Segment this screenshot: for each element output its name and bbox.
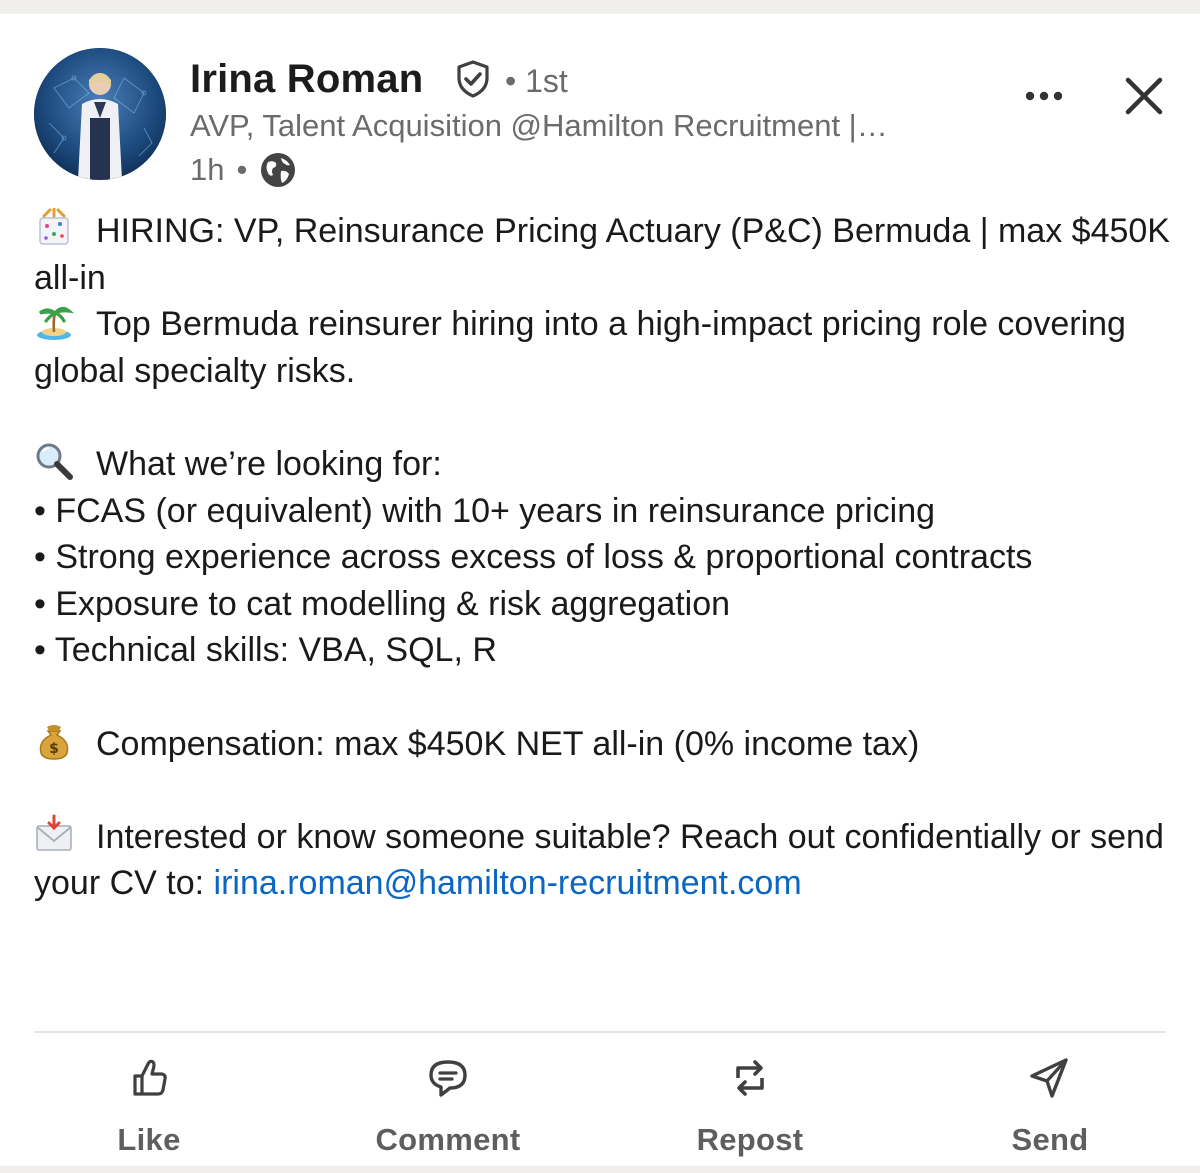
post-paragraph-contact: Interested or know someone suitable? Rea… <box>34 814 1174 907</box>
looking-heading: What we’re looking for: <box>96 444 442 483</box>
repost-icon <box>736 1060 764 1096</box>
send-label: Send <box>1011 1122 1089 1157</box>
comment-icon <box>429 1060 467 1097</box>
post-hiring-line: HIRING: VP, Reinsurance Pricing Actuary … <box>34 212 1170 297</box>
requirement-item: • Technical skills: VBA, SQL, R <box>34 631 497 670</box>
post-card: Irina Roman • 1st AVP, Talent Acquisitio… <box>0 14 1200 1166</box>
post-paragraph-compensation: $ Compensation: max $450K NET all-in (0%… <box>34 721 1174 768</box>
post-paragraph-intro: Top Bermuda reinsurer hiring into a high… <box>34 301 1174 394</box>
money-bag-emoji-icon: $ <box>34 721 74 761</box>
contact-email-link[interactable]: irina.roman@hamilton-recruitment.com <box>214 864 802 902</box>
svg-text:$: $ <box>49 741 59 757</box>
repost-label: Repost <box>696 1122 804 1157</box>
more-options-icon[interactable] <box>1018 74 1074 118</box>
send-icon <box>1030 1058 1068 1098</box>
author-headline[interactable]: AVP, Talent Acquisition @Hamilton Recrui… <box>190 106 990 146</box>
connection-degree: • 1st <box>505 63 568 99</box>
send-button[interactable]: Send <box>990 1050 1110 1160</box>
thumbs-up-icon <box>133 1059 167 1096</box>
requirement-item: • FCAS (or equivalent) with 10+ years in… <box>34 491 936 530</box>
repost-button[interactable]: Repost <box>670 1050 830 1160</box>
magnifying-glass-emoji-icon <box>34 441 74 481</box>
like-label: Like <box>117 1122 181 1157</box>
like-button[interactable]: Like <box>99 1050 199 1160</box>
comment-label: Comment <box>375 1122 521 1157</box>
verified-shield-icon <box>457 60 489 98</box>
comment-button[interactable]: Comment <box>348 1050 548 1160</box>
post-meta: 1h • <box>190 148 297 192</box>
post-timestamp: 1h <box>190 152 225 187</box>
actions-divider <box>34 1031 1166 1033</box>
post-paragraph-hiring: HIRING: VP, Reinsurance Pricing Actuary … <box>34 208 1174 301</box>
avatar-image <box>34 48 166 180</box>
requirement-item: • Exposure to cat modelling & risk aggre… <box>34 584 731 623</box>
requirement-item: • Strong experience across excess of los… <box>34 538 1033 577</box>
compensation-line: Compensation: max $450K NET all-in (0% i… <box>96 724 920 763</box>
author-name[interactable]: Irina Roman <box>190 54 423 104</box>
post-intro-line: Top Bermuda reinsurer hiring into a high… <box>34 305 1126 390</box>
meta-separator: • <box>236 152 248 187</box>
post-paragraph-looking: What we’re looking for: <box>34 441 1174 488</box>
confetti-emoji-icon <box>34 208 74 248</box>
close-icon[interactable] <box>1118 70 1170 122</box>
post-body: HIRING: VP, Reinsurance Pricing Actuary … <box>34 208 1174 907</box>
envelope-emoji-icon <box>34 814 74 854</box>
island-emoji-icon <box>34 301 74 341</box>
author-avatar[interactable] <box>34 48 166 180</box>
globe-icon <box>261 153 296 187</box>
